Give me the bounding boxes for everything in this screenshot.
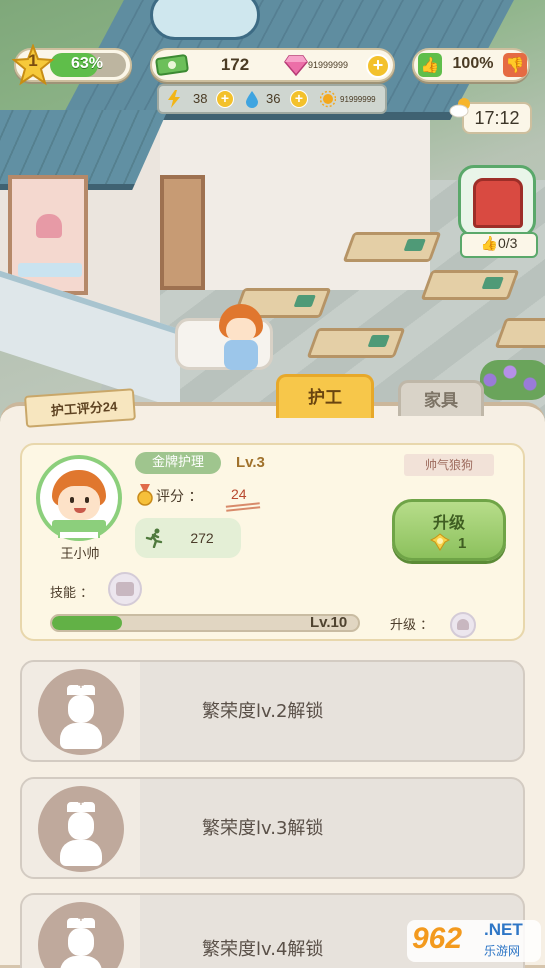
locked-slot[interactable]: + 繁荣度lv.2解锁	[20, 660, 525, 762]
caregiver-nickname: 帅气狼狗	[404, 454, 494, 476]
upgrade-button-label: 升级	[432, 513, 465, 532]
coin-icon	[430, 533, 450, 551]
medal-icon	[137, 484, 153, 506]
watermark-number: 962	[412, 922, 463, 955]
sun-icon	[320, 90, 336, 108]
locked-slot-text: 繁荣度lv.2解锁	[202, 701, 324, 722]
energy-value: 38	[193, 91, 208, 106]
watermark-net: .NET	[484, 920, 523, 939]
caregiver-body	[224, 340, 258, 370]
reward-icon-glyph	[457, 619, 469, 630]
nurse-icon: +	[38, 669, 124, 755]
caregiver-title-badge: 金牌护理	[135, 452, 221, 474]
watermark-site: 乐游网	[484, 944, 521, 958]
avatar-eye	[85, 497, 89, 503]
locked-slot-text: 繁荣度lv.3解锁	[202, 818, 324, 839]
add-energy-button[interactable]: +	[216, 90, 234, 108]
rating-value: 100%	[452, 55, 494, 72]
flower-bush	[480, 360, 545, 400]
add-water-button[interactable]: +	[290, 90, 308, 108]
tab-caregiver[interactable]: 护工	[276, 374, 374, 418]
tab-furniture[interactable]: 家具	[398, 380, 484, 416]
add-gem-button[interactable]: +	[366, 54, 390, 78]
avatar-face	[58, 486, 100, 520]
thumb-down-icon: 👎	[503, 53, 527, 77]
caregiver-name: 王小帅	[60, 547, 100, 562]
desk[interactable]	[342, 232, 442, 262]
player-level: 1	[28, 51, 38, 70]
exp-percent: 63%	[70, 55, 104, 72]
score-label: 评分 ：	[156, 489, 203, 505]
money-icon	[155, 54, 189, 76]
like-counter-text: 👍0/3	[480, 235, 518, 251]
speed-value: 272	[190, 530, 214, 546]
energy-icon	[168, 90, 180, 108]
caregiver-level: Lv.3	[236, 454, 265, 471]
skill-label: 技能 ：	[50, 586, 94, 601]
avatar-eye	[70, 497, 74, 503]
water-icon	[246, 91, 258, 108]
money-value: 172	[220, 55, 250, 74]
clock-time: 17:12	[474, 108, 520, 128]
locked-slot[interactable]: + 繁荣度lv.3解锁	[20, 777, 525, 879]
max-level-label: Lv.10	[310, 614, 348, 631]
upgrade-reward-label: 升级 ：	[390, 618, 434, 633]
door[interactable]	[160, 175, 205, 290]
desk[interactable]	[420, 270, 520, 300]
skill-icon-glyph	[116, 582, 134, 596]
building-sign	[150, 0, 260, 40]
gem-value: 91999999	[308, 60, 349, 70]
sun-value: 91999999	[340, 95, 376, 104]
mailbox-icon	[473, 178, 523, 228]
upgrade-cost: 1	[458, 535, 467, 552]
caregiver-face	[226, 318, 256, 342]
runner-icon	[145, 528, 163, 548]
level-progress-fill	[52, 616, 123, 630]
mailbox-button[interactable]	[458, 165, 536, 237]
water-value: 36	[266, 91, 281, 106]
thumb-up-icon: 👍	[418, 53, 442, 77]
avatar-ribbon	[52, 520, 106, 532]
score-value: 24	[231, 486, 247, 502]
nurse-icon: +	[38, 786, 124, 872]
desk[interactable]	[306, 328, 406, 358]
gem-icon	[284, 55, 308, 76]
